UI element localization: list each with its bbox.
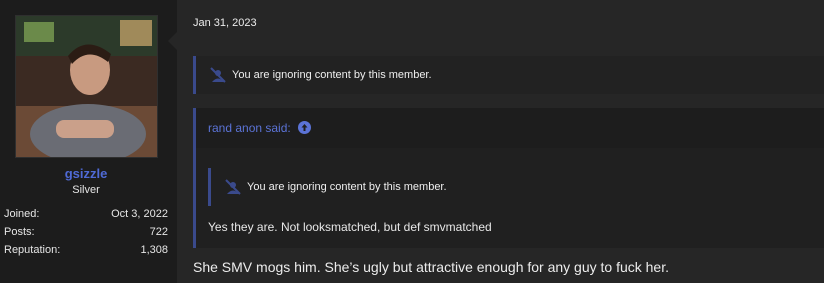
post-date[interactable]: Jan 31, 2023: [193, 17, 257, 29]
stat-value: 1,308: [140, 244, 168, 256]
arrow-up-circle-icon[interactable]: [298, 121, 312, 135]
user-slash-icon: [210, 67, 226, 83]
avatar-photo: [16, 16, 157, 157]
quote-block: rand anon said: You are ignoring content…: [193, 108, 824, 248]
quote-attribution-text: rand anon said:: [208, 121, 291, 135]
stat-value: Oct 3, 2022: [111, 208, 168, 220]
user-slash-icon: [225, 179, 241, 195]
stat-label: Joined:: [4, 208, 40, 220]
stat-row-reputation: Reputation: 1,308: [4, 241, 168, 259]
quote-body: Yes they are. Not looksmatched, but def …: [208, 220, 492, 234]
ignored-notice-text: You are ignoring content by this member.: [247, 181, 447, 193]
ignored-notice-text: You are ignoring content by this member.: [232, 69, 432, 81]
quote-attribution-link[interactable]: rand anon said:: [208, 121, 312, 135]
stat-label: Posts:: [4, 226, 35, 238]
user-title: Silver: [72, 184, 100, 196]
stat-value: 722: [149, 226, 168, 238]
quote-header: rand anon said:: [196, 108, 824, 148]
post-pointer: [168, 32, 177, 50]
user-info-column: gsizzle Silver Joined: Oct 3, 2022 Posts…: [0, 0, 176, 283]
quoted-ignored-content-notice: You are ignoring content by this member.: [208, 168, 824, 206]
post-body: She SMV mogs him. She’s ugly but attract…: [193, 259, 669, 275]
stat-label: Reputation:: [4, 244, 61, 256]
user-stats: Joined: Oct 3, 2022 Posts: 722 Reputatio…: [4, 205, 168, 259]
avatar[interactable]: [15, 15, 158, 158]
username[interactable]: gsizzle: [0, 166, 172, 181]
stat-row-posts: Posts: 722: [4, 223, 168, 241]
stat-row-joined: Joined: Oct 3, 2022: [4, 205, 168, 223]
arrow-up-icon: [301, 124, 308, 132]
post-content: Jan 31, 2023 You are ignoring content by…: [177, 0, 824, 283]
ignored-content-notice: You are ignoring content by this member.: [193, 56, 824, 94]
